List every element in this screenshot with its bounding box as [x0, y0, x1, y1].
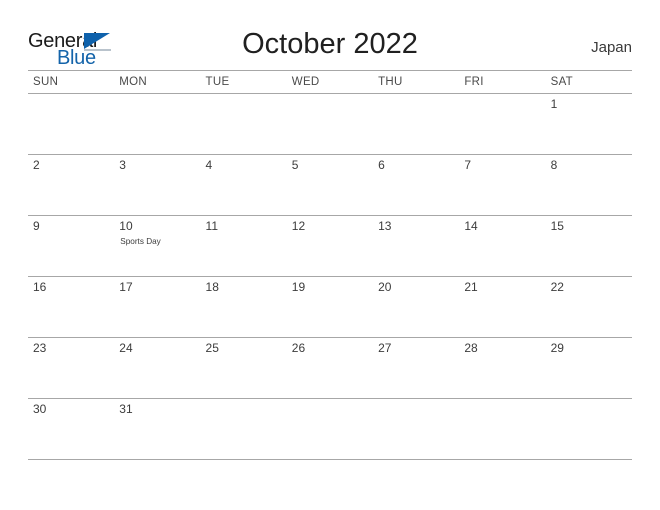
day-number: 14	[464, 219, 478, 233]
day-number: 22	[550, 280, 564, 294]
day-cell[interactable]: 12	[287, 216, 373, 276]
day-header-fri: FRI	[464, 76, 484, 88]
day-cell[interactable]	[201, 399, 287, 459]
day-header-tue: TUE	[205, 76, 230, 88]
day-cell[interactable]	[373, 94, 459, 154]
day-cell[interactable]: 27	[373, 338, 459, 398]
day-number: 7	[464, 158, 472, 172]
day-cell[interactable]: 31	[114, 399, 200, 459]
day-cell[interactable]: 19	[287, 277, 373, 337]
day-cell[interactable]: 17	[114, 277, 200, 337]
day-cell[interactable]: 28	[459, 338, 545, 398]
day-cell[interactable]: 4	[201, 155, 287, 215]
day-number: 10	[119, 219, 133, 233]
day-cell[interactable]: 20	[373, 277, 459, 337]
day-cell[interactable]	[114, 94, 200, 154]
day-number: 15	[550, 219, 564, 233]
day-cell[interactable]	[459, 94, 545, 154]
week-row: 23 24 25 26 27 28 29	[28, 337, 632, 398]
day-cell[interactable]: 26	[287, 338, 373, 398]
day-cell[interactable]: 2	[28, 155, 114, 215]
day-number: 26	[291, 341, 306, 355]
day-header-sat: SAT	[550, 76, 574, 88]
day-number: 6	[378, 158, 385, 172]
day-of-week-header-row: SUN MON TUE WED THU FRI SAT	[28, 71, 632, 93]
page-title: October 2022	[242, 28, 418, 60]
day-cell[interactable]	[201, 94, 287, 154]
calendar-grid: SUN MON TUE WED THU FRI SAT 1 2 3 4 5 6 …	[28, 70, 632, 460]
day-cell[interactable]	[287, 94, 373, 154]
day-number: 23	[33, 341, 47, 355]
country-label: Japan	[591, 39, 632, 56]
day-number: 8	[550, 158, 558, 172]
week-row: 16 17 18 19 20 21 22	[28, 276, 632, 337]
day-number: 3	[119, 158, 126, 172]
day-cell[interactable]: 30	[28, 399, 114, 459]
calendar-page: General Blue October 2022 Japan SUN MON …	[0, 0, 660, 510]
day-cell[interactable]: 22	[546, 277, 632, 337]
day-cell[interactable]	[28, 94, 114, 154]
day-number: 24	[119, 341, 133, 355]
week-row: 30 31	[28, 398, 632, 459]
day-cell[interactable]: 1	[546, 94, 632, 154]
day-header-mon: MON	[119, 76, 147, 88]
day-number: 12	[291, 219, 306, 233]
day-number: 17	[119, 280, 133, 294]
calendar-bottom-divider	[28, 459, 632, 460]
day-number: 13	[378, 219, 392, 233]
day-cell[interactable]: 24	[114, 338, 200, 398]
day-cell[interactable]: 21	[459, 277, 545, 337]
day-cell[interactable]: 9	[28, 216, 114, 276]
day-cell[interactable]: 18	[201, 277, 287, 337]
day-header-wed: WED	[291, 76, 320, 88]
day-cell[interactable]: 11	[201, 216, 287, 276]
day-cell[interactable]: 14	[459, 216, 545, 276]
day-number: 20	[378, 280, 392, 294]
week-row: 1	[28, 93, 632, 154]
day-header-thu: THU	[378, 76, 403, 88]
day-number: 1	[550, 97, 558, 111]
day-cell[interactable]	[287, 399, 373, 459]
day-cell[interactable]	[373, 399, 459, 459]
day-cell[interactable]	[546, 399, 632, 459]
day-number: 30	[33, 402, 47, 416]
day-event: Sports Day	[120, 237, 161, 246]
day-cell[interactable]: 5	[287, 155, 373, 215]
day-number: 11	[205, 219, 218, 233]
day-cell[interactable]: 29	[546, 338, 632, 398]
day-cell[interactable]: 15	[546, 216, 632, 276]
day-cell[interactable]	[459, 399, 545, 459]
day-cell[interactable]: 6	[373, 155, 459, 215]
day-number: 5	[291, 158, 299, 172]
day-cell[interactable]: 10 Sports Day	[114, 216, 200, 276]
day-number: 9	[33, 219, 40, 233]
week-row: 9 10 Sports Day 11 12 13 14 15	[28, 215, 632, 276]
day-number: 27	[378, 341, 392, 355]
day-number: 25	[205, 341, 219, 355]
week-row: 2 3 4 5 6 7 8	[28, 154, 632, 215]
day-number: 21	[464, 280, 478, 294]
day-cell[interactable]: 7	[459, 155, 545, 215]
day-cell[interactable]: 3	[114, 155, 200, 215]
day-cell[interactable]: 25	[201, 338, 287, 398]
day-cell[interactable]: 8	[546, 155, 632, 215]
day-number: 31	[119, 402, 133, 416]
day-cell[interactable]: 23	[28, 338, 114, 398]
day-cell[interactable]: 16	[28, 277, 114, 337]
day-number: 4	[205, 158, 213, 172]
day-number: 29	[550, 341, 564, 355]
page-header: General Blue October 2022 Japan	[0, 0, 660, 70]
day-number: 18	[205, 280, 219, 294]
day-cell[interactable]: 13	[373, 216, 459, 276]
day-number: 19	[291, 280, 306, 294]
day-header-sun: SUN	[33, 76, 59, 88]
day-number: 16	[33, 280, 47, 294]
day-number: 2	[33, 158, 40, 172]
day-number: 28	[464, 341, 478, 355]
